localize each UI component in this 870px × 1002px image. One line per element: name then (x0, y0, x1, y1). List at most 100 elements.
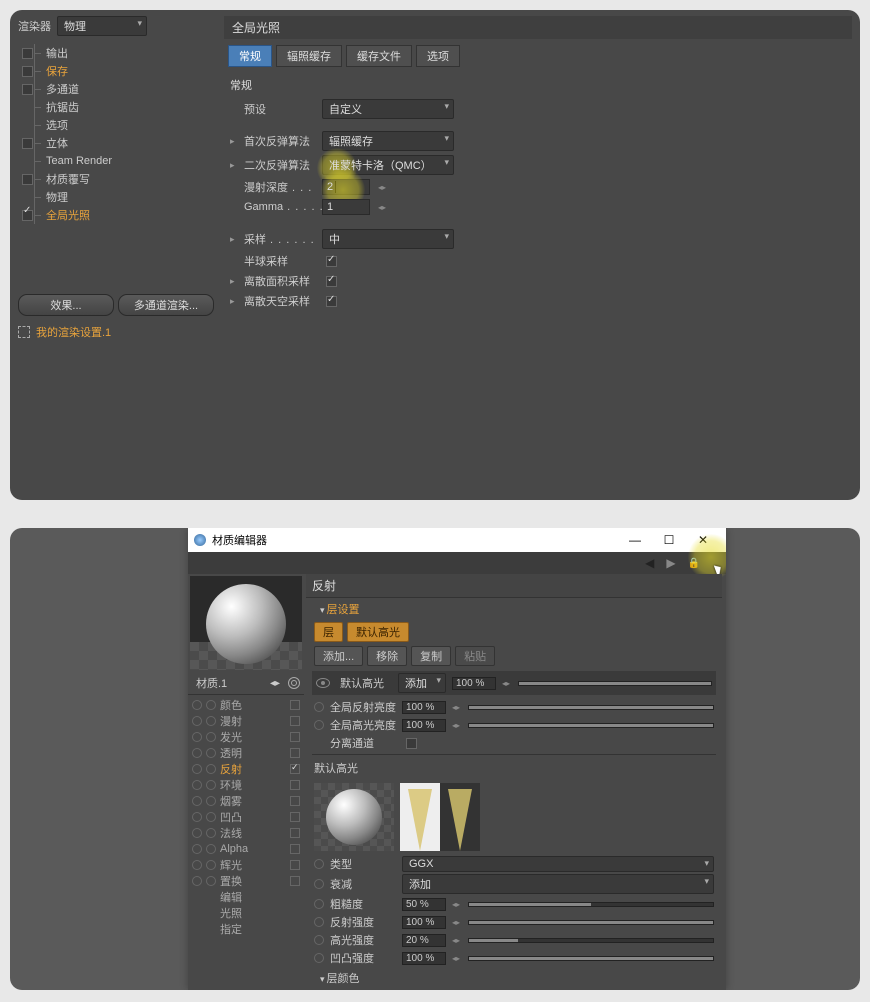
layer-setup-header[interactable]: ▾层设置 (306, 598, 722, 620)
bump-strength-slider[interactable] (468, 956, 714, 961)
material-editor-window: 材质编辑器 — ☐ ✕ ◀ ▶ 🔒 材质.1 ◂▸ 颜色漫射发光透明反射环境烟雾… (188, 528, 726, 990)
layer-color-header[interactable]: ▾层颜色 (306, 967, 722, 988)
primary-method-label: 首次反弹算法 (244, 133, 316, 149)
sidebar-item[interactable]: 保存 (22, 62, 214, 80)
add-layer-button[interactable]: 添加... (314, 646, 363, 666)
tab[interactable]: 选项 (416, 45, 460, 67)
sampling-dropdown[interactable]: 中 (322, 229, 454, 249)
diffuse-depth-field[interactable]: 2 (322, 179, 370, 195)
multipass-button[interactable]: 多通道渲染... (118, 294, 214, 316)
remove-layer-button[interactable]: 移除 (367, 646, 407, 666)
preset-dropdown[interactable]: 自定义 (322, 99, 454, 119)
sampling-label: 采样 . . . . . . (244, 231, 316, 247)
app-icon (194, 534, 206, 546)
minimize-button[interactable]: — (618, 533, 652, 547)
sidebar-item[interactable]: 选项 (22, 116, 214, 134)
channel-row[interactable]: 烟雾 (190, 793, 302, 809)
channel-row[interactable]: 编辑 (190, 889, 302, 905)
layer-blend-dropdown[interactable]: 添加 (398, 673, 446, 693)
spec-strength-field[interactable]: 20 % (402, 934, 446, 947)
tab-default-specular[interactable]: 默认高光 (347, 622, 409, 642)
window-titlebar[interactable]: 材质编辑器 — ☐ ✕ (188, 528, 726, 552)
area-sampling-label: 离散面积采样 (244, 273, 316, 289)
my-render-setting-row[interactable]: 我的渲染设置.1 (18, 324, 214, 340)
roughness-field[interactable]: 50 % (402, 898, 446, 911)
sidebar-item[interactable]: 输出 (22, 44, 214, 62)
refl-strength-field[interactable]: 100 % (402, 916, 446, 929)
specular-preview-cone (400, 783, 480, 851)
chevron-left-icon[interactable]: ◂▸ (270, 678, 280, 689)
fullscreen-icon (18, 326, 30, 338)
hemi-sampling-checkbox[interactable] (326, 256, 337, 267)
layer-opacity-slider[interactable] (518, 681, 712, 686)
sidebar-item[interactable]: Team Render (22, 152, 214, 170)
tab[interactable]: 缓存文件 (346, 45, 412, 67)
sidebar-item[interactable]: 材质覆写 (22, 170, 214, 188)
global-spec-slider[interactable] (468, 723, 714, 728)
paste-layer-button[interactable]: 粘贴 (455, 646, 495, 666)
eye-icon[interactable] (316, 678, 330, 688)
material-channel-list: 材质.1 ◂▸ 颜色漫射发光透明反射环境烟雾凹凸法线Alpha辉光置换编辑光照指… (188, 574, 304, 939)
sidebar-item[interactable]: 全局光照 (22, 206, 214, 224)
channel-row[interactable]: 光照 (190, 905, 302, 921)
secondary-method-dropdown[interactable]: 准蒙特卡洛（QMC） (322, 155, 454, 175)
roughness-slider[interactable] (468, 902, 714, 907)
global-refl-field[interactable]: 100 % (402, 701, 446, 714)
lock-icon[interactable]: 🔒 (688, 558, 700, 569)
renderer-label: 渲染器 (18, 18, 51, 34)
channel-row[interactable]: 漫射 (190, 713, 302, 729)
refl-strength-label: 反射强度 (330, 914, 396, 930)
reflectance-panel: 反射 ▾层设置 层 默认高光 添加... 移除 复制 粘贴 默认高光 添加 10… (306, 574, 722, 988)
type-label: 类型 (330, 856, 396, 872)
channel-row[interactable]: 颜色 (190, 697, 302, 713)
channel-row[interactable]: 法线 (190, 825, 302, 841)
sidebar-item[interactable]: 多通道 (22, 80, 214, 98)
global-spec-field[interactable]: 100 % (402, 719, 446, 732)
material-name[interactable]: 材质.1 (192, 675, 270, 691)
effects-button[interactable]: 效果... (18, 294, 114, 316)
channel-row[interactable]: 环境 (190, 777, 302, 793)
maximize-button[interactable]: ☐ (652, 533, 686, 547)
specular-preview-sphere (314, 783, 394, 851)
channel-row[interactable]: 指定 (190, 921, 302, 937)
nav-back-icon[interactable]: ◀ (645, 556, 654, 570)
channel-row[interactable]: 反射 (190, 761, 302, 777)
separate-checkbox[interactable] (406, 738, 417, 749)
channel-row[interactable]: 凹凸 (190, 809, 302, 825)
renderer-dropdown[interactable]: 物理 (57, 16, 147, 36)
window-title: 材质编辑器 (212, 532, 267, 548)
channel-row[interactable]: 透明 (190, 745, 302, 761)
spinner-icon[interactable]: ◂▸ (378, 203, 386, 212)
gear-icon[interactable] (288, 677, 300, 689)
close-button[interactable]: ✕ (686, 533, 720, 547)
sky-sampling-checkbox[interactable] (326, 296, 337, 307)
sidebar-item[interactable]: 抗锯齿 (22, 98, 214, 116)
tab-layer[interactable]: 层 (314, 622, 343, 642)
channel-row[interactable]: 辉光 (190, 857, 302, 873)
sidebar-item[interactable]: 立体 (22, 134, 214, 152)
channel-row[interactable]: Alpha (190, 841, 302, 857)
bump-strength-field[interactable]: 100 % (402, 952, 446, 965)
material-preview[interactable] (190, 576, 302, 670)
sidebar-item[interactable]: 物理 (22, 188, 214, 206)
area-sampling-checkbox[interactable] (326, 276, 337, 287)
spec-strength-slider[interactable] (468, 938, 714, 943)
gamma-label: Gamma . . . . . (244, 201, 316, 213)
tab[interactable]: 常规 (228, 45, 272, 67)
nav-forward-icon[interactable]: ▶ (666, 556, 675, 570)
refl-strength-slider[interactable] (468, 920, 714, 925)
spinner-icon[interactable]: ◂▸ (378, 183, 386, 192)
layer-opacity-field[interactable]: 100 % (452, 677, 496, 690)
gamma-field[interactable]: 1 (322, 199, 370, 215)
copy-layer-button[interactable]: 复制 (411, 646, 451, 666)
channel-row[interactable]: 置换 (190, 873, 302, 889)
type-dropdown[interactable]: GGX (402, 856, 714, 872)
section-default-specular: 默认高光 (306, 757, 722, 779)
layer-name[interactable]: 默认高光 (340, 675, 392, 691)
secondary-method-label: 二次反弹算法 (244, 157, 316, 173)
tab[interactable]: 辐照缓存 (276, 45, 342, 67)
channel-row[interactable]: 发光 (190, 729, 302, 745)
atten-dropdown[interactable]: 添加 (402, 874, 714, 894)
global-refl-slider[interactable] (468, 705, 714, 710)
primary-method-dropdown[interactable]: 辐照缓存 (322, 131, 454, 151)
